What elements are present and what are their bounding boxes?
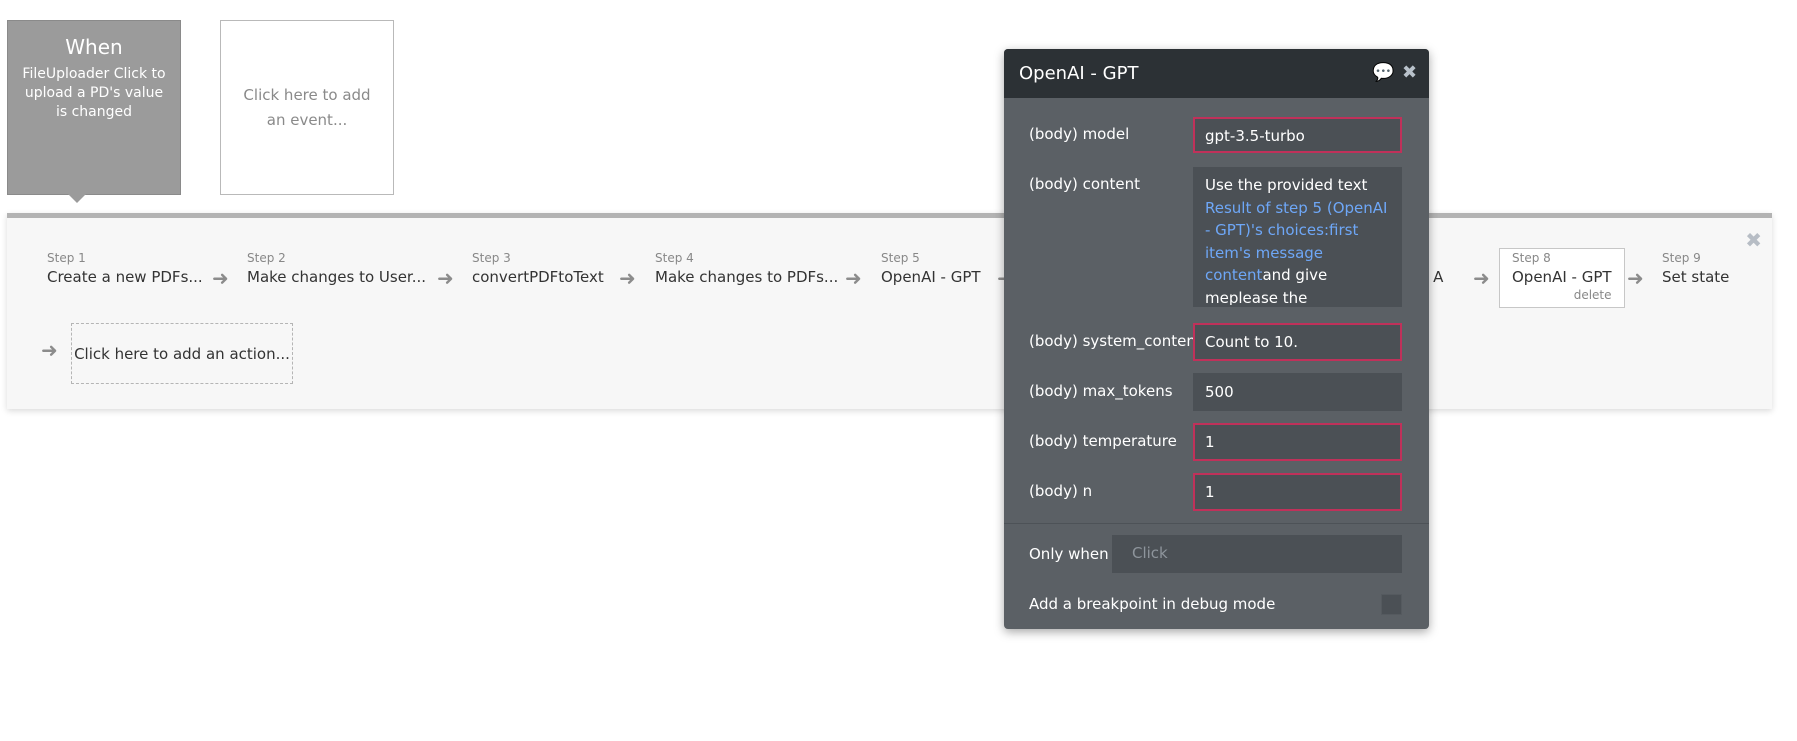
- close-icon[interactable]: ✖: [1402, 62, 1417, 83]
- step-9[interactable]: Step 9 Set state: [1662, 251, 1729, 286]
- breakpoint-checkbox[interactable]: [1381, 594, 1402, 615]
- arrow-icon: ➜: [1627, 266, 1644, 290]
- comment-icon[interactable]: 💬: [1372, 62, 1394, 83]
- model-label: (body) model: [1029, 125, 1130, 143]
- event-pointer: [68, 194, 86, 203]
- system-content-label: (body) system_conten: [1029, 332, 1196, 350]
- step-4[interactable]: Step 4 Make changes to PDFs...: [655, 251, 838, 286]
- dialog-title: OpenAI - GPT: [1019, 63, 1139, 84]
- n-label: (body) n: [1029, 482, 1093, 500]
- dialog-divider: [1004, 523, 1429, 524]
- step-number: Step 9: [1662, 251, 1701, 265]
- step-8[interactable]: Step 8 OpenAI - GPT delete: [1499, 248, 1625, 308]
- temperature-field[interactable]: 1: [1193, 423, 1402, 461]
- add-action-button[interactable]: Click here to add an action...: [71, 323, 293, 384]
- step-name: Set state: [1662, 268, 1730, 286]
- step-5[interactable]: Step 5 OpenAI - GPT: [881, 251, 981, 286]
- step-1[interactable]: Step 1 Create a new PDFs...: [47, 251, 203, 286]
- arrow-icon: ➜: [41, 338, 58, 362]
- arrow-icon: ➜: [212, 266, 229, 290]
- add-event-card[interactable]: Click here to add an event...: [220, 20, 394, 195]
- step-name: OpenAI - GPT: [1512, 268, 1612, 286]
- step-name: Make changes to User...: [247, 268, 427, 286]
- step-name: Create a new PDFs...: [47, 268, 203, 286]
- event-when-card[interactable]: When FileUploader Click to upload a PD's…: [7, 20, 181, 203]
- breakpoint-label: Add a breakpoint in debug mode: [1029, 595, 1276, 613]
- step-3[interactable]: Step 3 convertPDFtoText: [472, 251, 604, 286]
- close-icon[interactable]: ✖: [1745, 228, 1762, 252]
- step-number: Step 5: [881, 251, 920, 265]
- step-number: Step 1: [47, 251, 86, 265]
- step-number: Step 3: [472, 251, 511, 265]
- temperature-label: (body) temperature: [1029, 432, 1177, 450]
- step-name: convertPDFtoText: [472, 268, 604, 286]
- content-field[interactable]: Use the provided text Result of step 5 (…: [1193, 167, 1402, 307]
- arrow-icon: ➜: [845, 266, 862, 290]
- step-2[interactable]: Step 2 Make changes to User...: [247, 251, 426, 286]
- step-number: Step 4: [655, 251, 694, 265]
- content-label: (body) content: [1029, 175, 1140, 193]
- step-name: Make changes to PDFs...: [655, 268, 839, 286]
- arrow-icon: ➜: [437, 266, 454, 290]
- n-field[interactable]: 1: [1193, 473, 1402, 511]
- arrow-icon: ➜: [619, 266, 636, 290]
- action-properties-dialog: OpenAI - GPT 💬 ✖ (body) model gpt-3.5-tu…: [1004, 49, 1429, 629]
- max-tokens-field[interactable]: 500: [1193, 373, 1402, 411]
- step-number: Step 2: [247, 251, 286, 265]
- only-when-input[interactable]: Click: [1112, 535, 1402, 573]
- dialog-header: OpenAI - GPT 💬 ✖: [1004, 49, 1429, 98]
- delete-step-link[interactable]: delete: [1512, 288, 1612, 302]
- step-number: Step 8: [1512, 251, 1551, 265]
- arrow-icon: ➜: [1473, 266, 1490, 290]
- event-when-title: When: [65, 35, 123, 59]
- content-static-text: Use the provided text: [1205, 176, 1368, 194]
- max-tokens-label: (body) max_tokens: [1029, 382, 1173, 400]
- system-content-field[interactable]: Count to 10.: [1193, 323, 1402, 361]
- add-event-label: Click here to add an event...: [243, 85, 371, 129]
- only-when-label: Only when: [1029, 545, 1109, 563]
- workflow-steps-panel: ✖ Step 1 Create a new PDFs... ➜ Step 2 M…: [7, 213, 1772, 409]
- event-when-description: FileUploader Click to upload a PD's valu…: [22, 66, 166, 120]
- model-field[interactable]: gpt-3.5-turbo: [1193, 117, 1402, 153]
- step-name: OpenAI - GPT: [881, 268, 981, 286]
- add-action-label: Click here to add an action...: [74, 344, 290, 363]
